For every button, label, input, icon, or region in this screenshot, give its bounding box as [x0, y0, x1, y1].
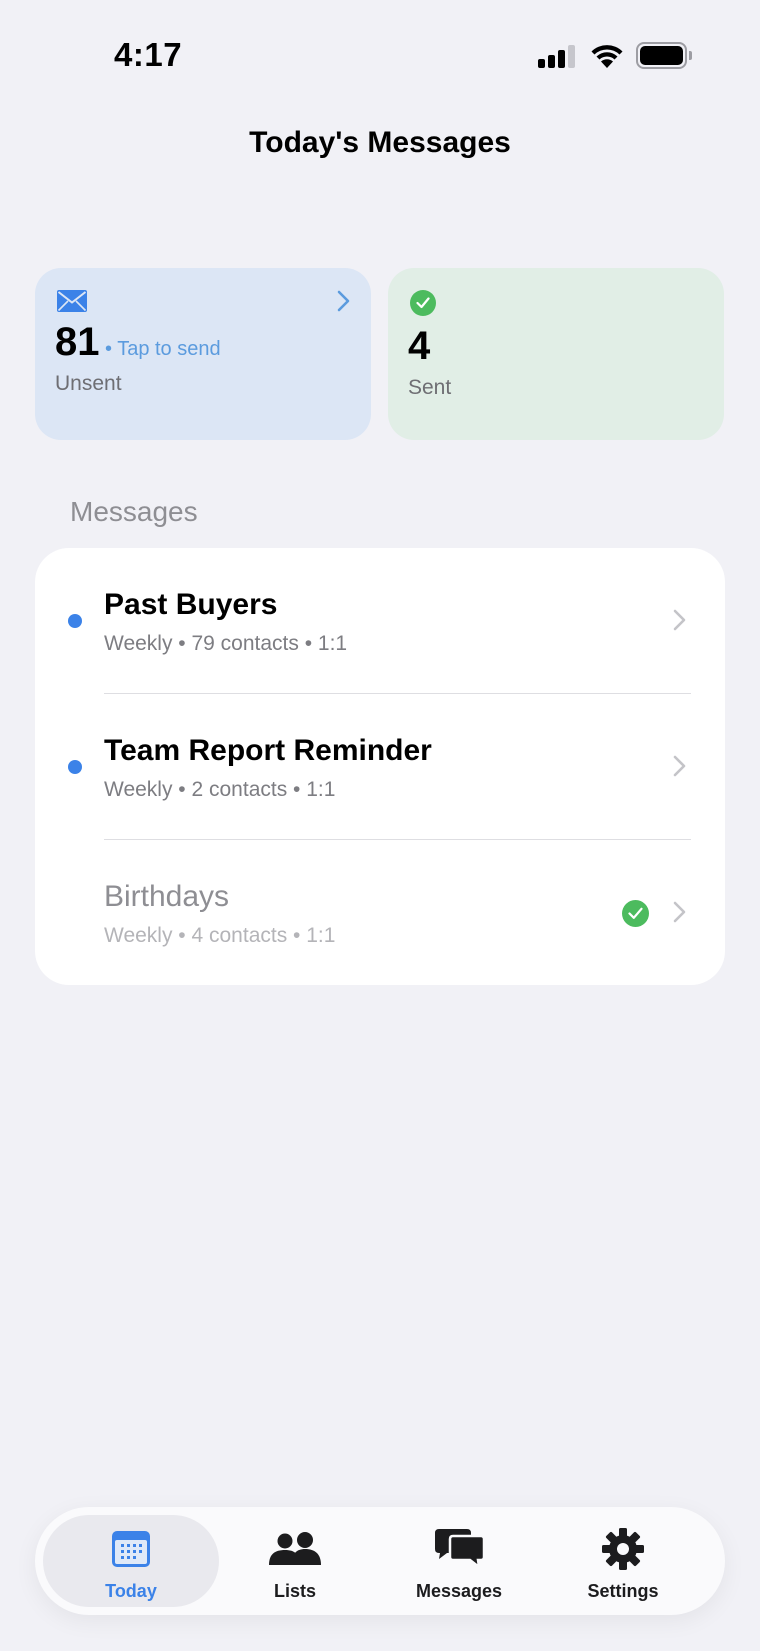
wifi-icon	[591, 45, 623, 68]
tab-settings[interactable]: Settings	[535, 1515, 711, 1607]
tab-lists[interactable]: Lists	[207, 1515, 383, 1607]
chevron-right-icon	[673, 609, 686, 631]
envelope-icon	[57, 290, 87, 312]
status-time: 4:17	[114, 36, 183, 73]
cellular-signal-icon	[538, 44, 578, 68]
message-subtitle: Weekly • 2 contacts • 1:1	[104, 778, 336, 801]
chevron-right-icon	[673, 901, 686, 923]
tab-today[interactable]: Today	[43, 1515, 219, 1607]
message-title: Past Buyers	[104, 588, 278, 621]
list-item[interactable]: Birthdays Weekly • 4 contacts • 1:1	[35, 840, 725, 986]
chat-bubbles-icon	[435, 1529, 486, 1570]
message-subtitle: Weekly • 79 contacts • 1:1	[104, 632, 348, 655]
tab-messages[interactable]: Messages	[371, 1515, 547, 1607]
sent-label: Sent	[408, 376, 452, 399]
unread-dot-icon	[68, 614, 82, 628]
section-title: Messages	[70, 496, 198, 527]
tab-bar: Today Lists Messages Settings	[35, 1507, 725, 1615]
messages-list: Past Buyers Weekly • 79 contacts • 1:1 T…	[35, 548, 725, 985]
people-icon	[269, 1532, 321, 1565]
list-item[interactable]: Team Report Reminder Weekly • 2 contacts…	[35, 694, 725, 840]
list-item[interactable]: Past Buyers Weekly • 79 contacts • 1:1	[35, 548, 725, 694]
unread-dot-icon	[68, 760, 82, 774]
message-title: Team Report Reminder	[104, 734, 432, 767]
chevron-right-icon	[673, 755, 686, 777]
checkmark-circle-icon	[410, 290, 436, 316]
sent-count: 4	[408, 324, 431, 368]
tab-label: Lists	[273, 1581, 316, 1601]
tab-label: Today	[105, 1581, 157, 1601]
unsent-label: Unsent	[55, 372, 122, 395]
unsent-count: 81	[55, 320, 100, 364]
tap-to-send-link[interactable]: • Tap to send	[105, 338, 221, 361]
checkmark-circle-icon	[622, 900, 649, 927]
battery-icon	[636, 42, 692, 69]
chevron-right-icon	[337, 290, 350, 312]
message-title: Birthdays	[104, 880, 230, 913]
status-bar: 4:17	[0, 0, 760, 110]
tab-label: Messages	[415, 1581, 503, 1601]
gear-icon	[602, 1528, 644, 1570]
page-title: Today's Messages	[249, 126, 511, 159]
unsent-summary-card[interactable]: 81 • Tap to send Unsent	[35, 268, 371, 440]
message-subtitle: Weekly • 4 contacts • 1:1	[104, 924, 336, 947]
tab-label: Settings	[587, 1581, 659, 1601]
calendar-icon	[112, 1531, 150, 1567]
sent-summary-card[interactable]: 4 Sent	[388, 268, 724, 440]
